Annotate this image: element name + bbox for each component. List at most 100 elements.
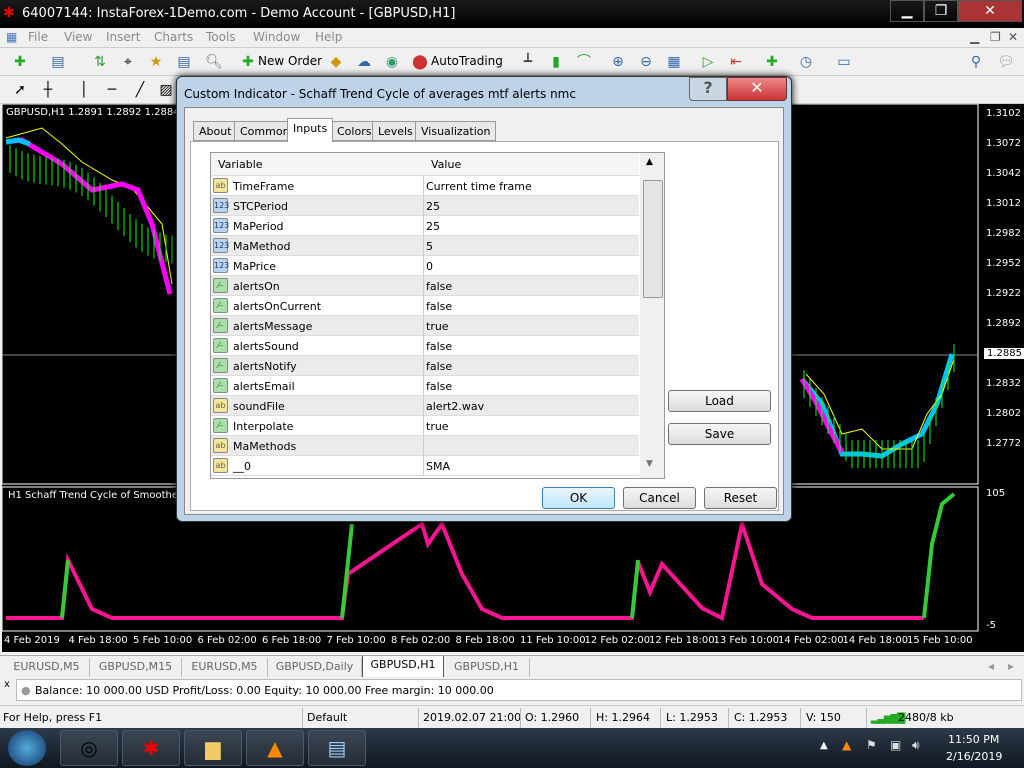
variable-value[interactable]: true — [426, 420, 449, 433]
indicators-icon[interactable]: ✚ — [762, 52, 782, 72]
cancel-button[interactable]: Cancel — [623, 487, 696, 509]
variable-value[interactable]: false — [426, 380, 452, 393]
menu-insert[interactable]: Insert — [106, 30, 140, 44]
variable-value[interactable]: true — [426, 320, 449, 333]
tab-visualization[interactable]: Visualization — [415, 121, 497, 141]
table-row[interactable]: 123 MaPrice 0 — [211, 256, 639, 276]
chart-tab[interactable]: GBPUSD,Daily — [268, 658, 362, 677]
menu-tools[interactable]: Tools — [206, 30, 236, 44]
vlc-tray-icon[interactable]: ▲ — [842, 738, 851, 752]
variable-value[interactable]: false — [426, 300, 452, 313]
candlestick-icon[interactable]: ▮ — [546, 52, 566, 72]
start-button[interactable] — [8, 730, 46, 766]
variable-value[interactable]: 25 — [426, 220, 440, 233]
table-row[interactable]: ab soundFile alert2.wav — [211, 396, 639, 416]
column-variable[interactable]: Variable — [218, 158, 263, 171]
variable-value[interactable]: alert2.wav — [426, 400, 484, 413]
tray-expand-icon[interactable]: ▲ — [820, 740, 828, 751]
table-row[interactable]: ⁄– Interpolate true — [211, 416, 639, 436]
table-row[interactable]: 123 MaMethod 5 — [211, 236, 639, 256]
tab-colors[interactable]: Colors — [331, 121, 378, 141]
bar-chart-icon[interactable]: ┴ — [518, 52, 538, 72]
variable-value[interactable]: Current time frame — [426, 180, 532, 193]
search-icon[interactable]: ⚲ — [966, 52, 986, 72]
tab-inputs[interactable]: Inputs — [287, 118, 334, 142]
table-row[interactable]: 123 STCPeriod 25 — [211, 196, 639, 216]
periods-icon[interactable]: ◷ — [796, 52, 816, 72]
table-row[interactable]: ab MaMethods — [211, 436, 639, 456]
autotrading-button[interactable]: AutoTrading — [431, 54, 503, 68]
table-row[interactable]: ⁄– alertsNotify false — [211, 356, 639, 376]
variable-value[interactable]: SMA — [426, 460, 450, 473]
network-icon[interactable]: ▣ — [890, 738, 901, 752]
menu-file[interactable]: File — [28, 30, 48, 44]
ok-button[interactable]: OK — [542, 487, 615, 509]
mdi-close-button[interactable]: ✕ — [1008, 30, 1018, 44]
chat-icon[interactable]: 💬︎ — [996, 52, 1016, 72]
chrome-taskbar-icon[interactable]: ◎ — [60, 730, 118, 766]
menu-charts[interactable]: Charts — [154, 30, 193, 44]
dialog-close-button[interactable]: ✕ — [727, 77, 787, 101]
signals-icon[interactable]: ◉ — [382, 52, 402, 72]
trendline-icon[interactable]: ╱ — [130, 80, 150, 100]
autoscroll-icon[interactable]: ▷ — [698, 52, 718, 72]
save-button[interactable]: Save — [668, 423, 771, 445]
tab-about[interactable]: About — [193, 121, 238, 141]
variable-value[interactable]: 0 — [426, 260, 433, 273]
table-row[interactable]: ⁄– alertsMessage true — [211, 316, 639, 336]
autotrading-icon[interactable]: ⬤ — [410, 52, 430, 72]
action-center-icon[interactable]: ⚑ — [866, 738, 877, 752]
close-button[interactable]: ✕ — [958, 0, 1022, 22]
channel-icon[interactable]: ▨ — [156, 80, 176, 100]
help-button[interactable]: ? — [689, 77, 727, 101]
profiles-icon[interactable]: ▤ — [48, 52, 68, 72]
table-row[interactable]: ⁄– alertsSound false — [211, 336, 639, 356]
chart-tab[interactable]: EURUSD,M5 — [4, 658, 90, 677]
chart-menu-icon[interactable]: ▦ — [6, 30, 17, 44]
crosshair-icon[interactable]: ┼ — [38, 80, 58, 100]
menu-view[interactable]: View — [64, 30, 92, 44]
terminal-close-icon[interactable]: x — [4, 679, 10, 690]
variable-value[interactable]: false — [426, 340, 452, 353]
variable-value[interactable]: 5 — [426, 240, 433, 253]
load-button[interactable]: Load — [668, 390, 771, 412]
new-chart-icon[interactable]: ✚ — [10, 52, 30, 72]
notepad-taskbar-icon[interactable]: ▤ — [308, 730, 366, 766]
line-chart-icon[interactable]: ⌒ — [574, 52, 594, 72]
menu-help[interactable]: Help — [315, 30, 342, 44]
scrollbar[interactable]: ▲ ▼ — [640, 153, 664, 478]
table-row[interactable]: ab TimeFrame Current time frame — [211, 176, 639, 196]
variable-value[interactable]: 25 — [426, 200, 440, 213]
table-row[interactable]: ⁄– alertsEmail false — [211, 376, 639, 396]
metaeditor-icon[interactable]: ◆ — [326, 52, 346, 72]
vlc-taskbar-icon[interactable]: ▲ — [246, 730, 304, 766]
table-row[interactable]: 123 MaPeriod 25 — [211, 216, 639, 236]
chart-tab[interactable]: GBPUSD,H1 — [444, 658, 530, 677]
column-value[interactable]: Value — [431, 158, 461, 171]
horizontal-line-icon[interactable]: ─ — [102, 80, 122, 100]
chart-shift-icon[interactable]: ⇤ — [726, 52, 746, 72]
scroll-up-icon[interactable]: ▲ — [646, 157, 653, 167]
chart-tab-active[interactable]: GBPUSD,H1 — [362, 656, 444, 678]
variable-value[interactable]: false — [426, 280, 452, 293]
mdi-minimize-button[interactable]: ▁ — [970, 30, 979, 44]
variable-value[interactable]: false — [426, 360, 452, 373]
maximize-button[interactable]: ❐ — [924, 0, 958, 22]
tab-scroll-left-icon[interactable]: ◂ — [988, 659, 994, 673]
chart-tab[interactable]: GBPUSD,M15 — [90, 658, 182, 677]
cursor-icon[interactable]: ➚ — [10, 80, 30, 100]
new-order-button[interactable]: New Order — [258, 54, 322, 68]
clock-time[interactable]: 11:50 PM — [948, 733, 999, 746]
volume-icon[interactable]: 🔊︎ — [912, 738, 920, 753]
menu-window[interactable]: Window — [253, 30, 300, 44]
navigator-icon[interactable]: ★ — [146, 52, 166, 72]
scrollbar-thumb[interactable] — [643, 180, 663, 298]
explorer-taskbar-icon[interactable]: ▆ — [184, 730, 242, 766]
zoom-out-icon[interactable]: ⊖ — [636, 52, 656, 72]
new-order-icon[interactable]: ✚ — [238, 52, 258, 72]
tab-levels[interactable]: Levels — [372, 121, 419, 141]
data-window-icon[interactable]: ⌖ — [118, 52, 138, 72]
market-watch-icon[interactable]: ⇅ — [90, 52, 110, 72]
minimize-button[interactable]: ▁ — [890, 0, 924, 22]
market-icon[interactable]: ☁ — [354, 52, 374, 72]
